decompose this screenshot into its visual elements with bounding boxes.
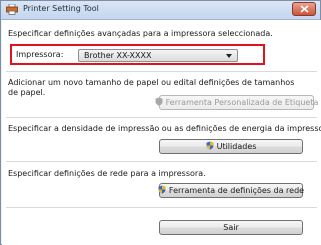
shield-icon bbox=[206, 141, 214, 152]
network-settings-tool-button[interactable]: Ferramenta de definições da rede bbox=[158, 183, 305, 198]
network-description: Especificar definições de rede para a im… bbox=[8, 169, 206, 178]
printer-setting-tool-window: Printer Setting Tool Especificar definiç… bbox=[0, 0, 321, 245]
printer-select-value: Brother XX-XXXX bbox=[84, 51, 152, 60]
printer-select[interactable]: Brother XX-XXXX bbox=[78, 49, 238, 62]
utilities-button[interactable]: Utilidades bbox=[159, 139, 303, 154]
close-icon bbox=[300, 5, 309, 13]
separator bbox=[6, 161, 317, 162]
printer-selection-highlight: Impressora: Brother XX-XXXX bbox=[10, 44, 265, 65]
separator bbox=[6, 117, 317, 118]
title-bar[interactable]: Printer Setting Tool bbox=[1, 1, 320, 20]
paper-description-line1: Adicionar um novo tamanho de papel ou ed… bbox=[8, 78, 295, 87]
dialog-content: Especificar definições avançadas para a … bbox=[2, 20, 321, 245]
shield-icon bbox=[158, 185, 166, 196]
chevron-down-icon bbox=[226, 54, 232, 58]
printer-icon bbox=[6, 3, 18, 15]
custom-label-tool-label: Ferramenta Personalizada de Etiqueta bbox=[165, 98, 319, 107]
separator bbox=[6, 71, 317, 72]
separator bbox=[6, 207, 317, 208]
density-description: Especificar a densidade de impressão ou … bbox=[8, 124, 321, 133]
paper-description-line2: de papel. bbox=[8, 88, 46, 97]
custom-label-tool-button[interactable]: Ferramenta Personalizada de Etiqueta bbox=[155, 95, 318, 110]
network-settings-tool-label: Ferramenta de definições da rede bbox=[168, 186, 305, 195]
header-description: Especificar definições avançadas para a … bbox=[8, 29, 273, 38]
printer-label: Impressora: bbox=[16, 50, 64, 59]
shield-icon bbox=[155, 97, 163, 108]
utilities-label: Utilidades bbox=[216, 142, 257, 151]
window-title: Printer Setting Tool bbox=[23, 4, 99, 13]
close-button[interactable] bbox=[292, 2, 316, 16]
exit-button[interactable]: Sair bbox=[159, 220, 303, 235]
exit-label: Sair bbox=[223, 223, 239, 232]
